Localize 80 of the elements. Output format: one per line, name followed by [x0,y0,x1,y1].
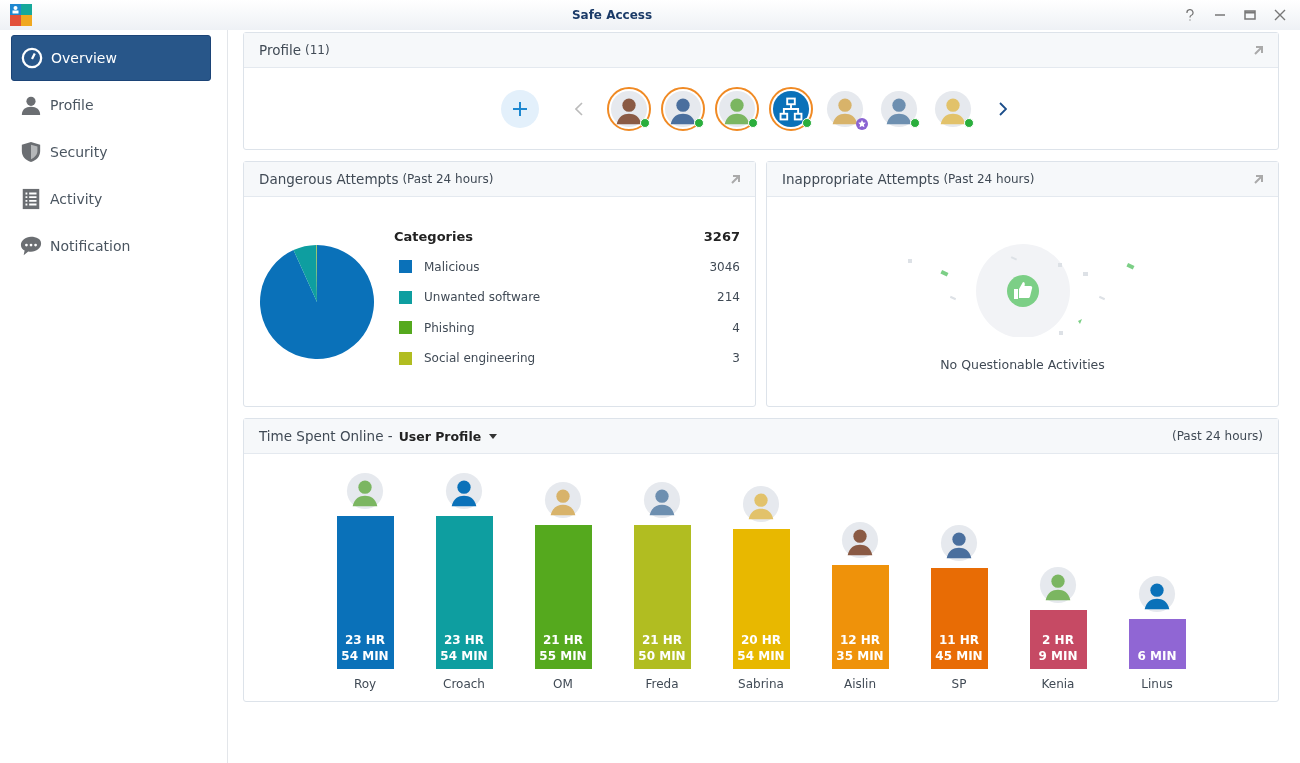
legend-label: Phishing [424,320,476,335]
caret-icon [489,433,498,439]
user-avatar [742,484,780,523]
shield-icon [20,141,42,163]
expand-arrow-icon[interactable] [730,174,740,184]
total-count: 3267 [703,228,740,244]
bar-value-label: 9 MIN [1038,649,1078,663]
user-avatar [346,472,384,510]
help-icon[interactable] [1184,9,1196,21]
card-title: Profile [259,42,301,58]
legend-count: 3046 [709,259,740,274]
user-name: Aislin [843,677,877,691]
bar-value-label: 21 HR [641,633,683,647]
user-avatar [445,472,483,510]
gauge-icon [21,47,43,69]
user-avatar [1039,565,1077,604]
user-name: Sabrina [738,677,784,691]
legend-label: Unwanted software [424,290,542,305]
user-name: Linus [1141,677,1173,691]
bar-value-label: 23 HR [344,633,386,647]
legend-title: Categories [394,228,473,244]
user-avatar [544,480,582,519]
bar-value-label: 20 HR [740,633,782,647]
user-name: Freda [645,677,679,691]
sidebar-item[interactable]: Activity [11,176,211,222]
user-name: Kenia [1041,677,1075,691]
app-logo-icon [10,4,32,26]
window-title: Safe Access [570,8,654,22]
user-name: SP [951,677,967,691]
bar-value-label: 23 HR [443,633,485,647]
profile-type-dropdown[interactable]: User Profile [396,428,498,444]
user-avatar [940,524,978,563]
profile-avatar[interactable] [769,86,813,131]
legend-count: 4 [732,320,740,335]
period-label: (Past 24 hours) [402,172,494,186]
close-icon[interactable] [1274,9,1286,21]
empty-state-message: No Questionable Activities [940,357,1105,372]
person-icon [20,94,42,116]
user-name: Croach [443,677,485,691]
sidebar-item[interactable]: Security [11,129,211,175]
expand-arrow-icon[interactable] [1253,174,1263,184]
card-title: Dangerous Attempts [259,171,399,187]
profile-avatar[interactable] [661,86,705,131]
sidebar-item[interactable]: Notification [11,223,211,269]
card-title: Time Spent Online - [259,428,393,444]
profile-avatar[interactable] [715,86,759,131]
legend-label: Social engineering [424,351,537,366]
profile-avatar[interactable] [607,86,651,131]
maximize-icon[interactable] [1244,9,1256,21]
user-name: OM [553,677,573,691]
bar-value-label: 35 MIN [836,649,884,663]
bar-value-label: 55 MIN [539,649,587,663]
bar-value-label: 11 HR [938,633,980,647]
profile-count: (11) [305,43,330,57]
user-name: Roy [353,677,377,691]
expand-arrow-icon[interactable] [1253,45,1263,55]
card-title: Inappropriate Attempts [782,171,940,187]
user-avatar [841,520,879,559]
bar-value-label: 54 MIN [341,649,389,663]
bar-value-label: 21 HR [542,633,584,647]
bar-value-label: 6 MIN [1137,649,1177,663]
sidebar-item[interactable]: Overview [11,35,211,81]
bar-value-label: 12 HR [839,633,881,647]
bar-value-label: 2 HR [1042,633,1074,647]
user-avatar [643,480,681,519]
plus-icon [512,100,528,117]
bar-value-label: 54 MIN [737,649,785,663]
bar-value-label: 50 MIN [638,649,686,663]
period-label: (Past 24 hours) [1172,429,1263,443]
chat-bubble-icon [20,235,42,257]
bar-value-label: 54 MIN [440,649,488,663]
list-icon [20,188,42,210]
period-label: (Past 24 hours) [943,172,1035,186]
bar-value-label: 45 MIN [935,649,983,663]
sidebar-item[interactable]: Profile [11,82,211,128]
legend-label: Malicious [424,259,481,274]
legend-count: 3 [732,351,740,366]
user-avatar [1138,574,1176,613]
add-profile-button[interactable] [501,89,539,128]
legend-count: 214 [717,290,740,305]
